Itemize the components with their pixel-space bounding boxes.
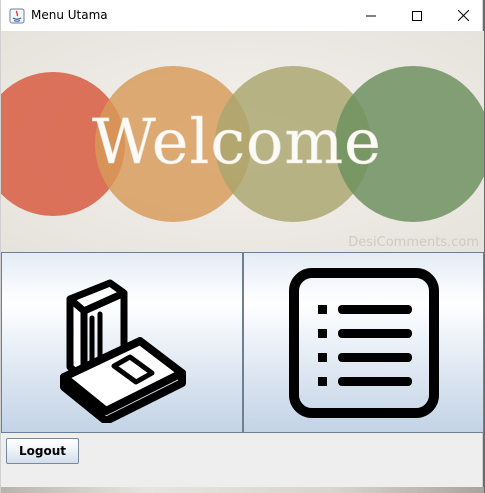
report-menu-button[interactable] (243, 252, 484, 433)
menu-panel (1, 252, 484, 433)
list-icon (288, 267, 439, 418)
welcome-banner: Welcome DesiComments.com (1, 31, 484, 252)
title-bar: Menu Utama (1, 0, 482, 31)
minimize-button[interactable] (348, 0, 394, 31)
book-scanner-icon (60, 279, 186, 423)
logout-button[interactable]: Logout (6, 438, 79, 464)
minimize-icon (366, 15, 376, 16)
watermark-text: DesiComments.com (348, 235, 479, 250)
welcome-text: Welcome (92, 105, 382, 178)
transaction-menu-button[interactable] (1, 252, 243, 433)
java-app-icon (9, 8, 25, 24)
close-button[interactable] (440, 0, 485, 31)
main-window: Menu Utama Welcome DesiComments.com Logo… (0, 0, 484, 493)
close-icon (457, 10, 469, 21)
window-bottom-edge (1, 487, 484, 493)
window-title: Menu Utama (31, 8, 108, 22)
maximize-button[interactable] (394, 0, 440, 31)
maximize-icon (412, 10, 422, 21)
